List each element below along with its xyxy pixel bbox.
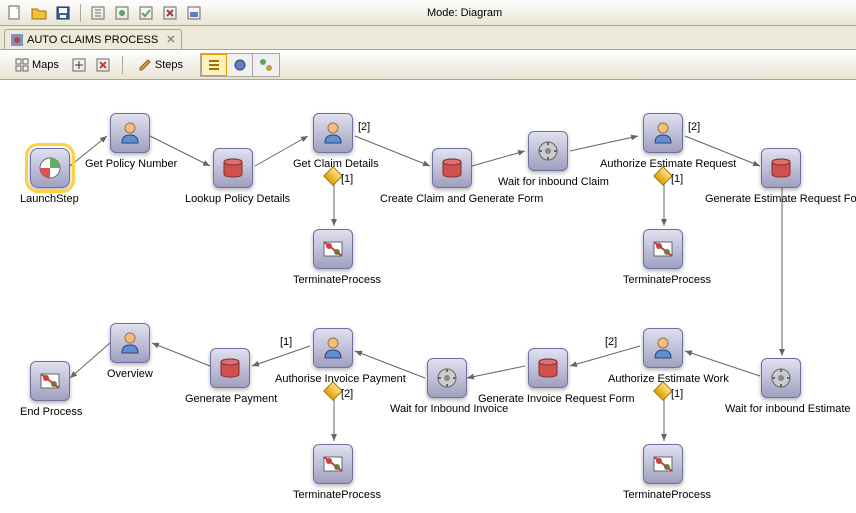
label-authorise-invoice: Authorise Invoice Payment xyxy=(275,373,406,385)
node-create-claim[interactable] xyxy=(432,148,472,188)
label-end-process: End Process xyxy=(20,406,82,418)
tab-title: AUTO CLAIMS PROCESS xyxy=(27,34,158,46)
label-lookup-policy: Lookup Policy Details xyxy=(185,193,290,205)
tab-bar: AUTO CLAIMS PROCESS ✕ xyxy=(0,26,856,50)
tool5-icon[interactable] xyxy=(183,2,205,24)
pencil-icon xyxy=(138,58,152,72)
node-terminate3[interactable] xyxy=(643,444,683,484)
label-wait-estimate: Wait for inbound Estimate xyxy=(725,403,851,415)
label-terminate1: TerminateProcess xyxy=(293,274,381,286)
branch-invoice-2: [2] xyxy=(341,388,353,400)
save-icon[interactable] xyxy=(52,2,74,24)
node-terminate2[interactable] xyxy=(643,229,683,269)
mode-label: Mode: Diagram xyxy=(427,7,502,19)
maps-button[interactable]: Maps xyxy=(8,54,66,76)
branch-estwork-2: [2] xyxy=(605,336,617,348)
node-lookup-policy[interactable] xyxy=(213,148,253,188)
main-toolbar: Mode: Diagram xyxy=(0,0,856,26)
close-icon[interactable]: ✕ xyxy=(166,33,175,46)
node-end-process[interactable] xyxy=(30,361,70,401)
tool4-icon[interactable] xyxy=(159,2,181,24)
delete-map-button[interactable] xyxy=(92,54,114,76)
label-generate-payment: Generate Payment xyxy=(185,393,277,405)
tool2-icon[interactable] xyxy=(111,2,133,24)
node-wait-invoice[interactable] xyxy=(427,358,467,398)
label-launchstep: LaunchStep xyxy=(20,193,79,205)
label-authorize-estimate-work: Authorize Estimate Work xyxy=(608,373,729,385)
label-terminate3: TerminateProcess xyxy=(623,489,711,501)
node-get-claim-details[interactable] xyxy=(313,113,353,153)
branch-claim-1: [1] xyxy=(341,173,353,185)
node-get-policy-number[interactable] xyxy=(110,113,150,153)
branch-invoice-1: [1] xyxy=(280,336,292,348)
node-generate-invoice-request[interactable] xyxy=(528,348,568,388)
view-mode-group xyxy=(200,53,280,77)
branch-estwork-1: [1] xyxy=(671,388,683,400)
view-flow-button[interactable] xyxy=(253,54,279,76)
label-overview: Overview xyxy=(107,368,153,380)
new-icon[interactable] xyxy=(4,2,26,24)
open-icon[interactable] xyxy=(28,2,50,24)
label-terminate4: TerminateProcess xyxy=(293,489,381,501)
label-generate-estimate-request: Generate Estimate Request Form xyxy=(705,193,856,205)
node-wait-estimate[interactable] xyxy=(761,358,801,398)
steps-button[interactable]: Steps xyxy=(131,54,190,76)
tool1-icon[interactable] xyxy=(87,2,109,24)
node-launchstep[interactable] xyxy=(30,148,70,188)
node-generate-estimate-request[interactable] xyxy=(761,148,801,188)
branch-estreq-1: [1] xyxy=(671,173,683,185)
node-authorise-invoice[interactable] xyxy=(313,328,353,368)
node-terminate4[interactable] xyxy=(313,444,353,484)
label-create-claim: Create Claim and Generate Form xyxy=(380,193,543,205)
tab-auto-claims[interactable]: AUTO CLAIMS PROCESS ✕ xyxy=(4,29,182,49)
label-terminate2: TerminateProcess xyxy=(623,274,711,286)
view-list-button[interactable] xyxy=(201,54,227,76)
node-authorize-estimate-work[interactable] xyxy=(643,328,683,368)
node-overview[interactable] xyxy=(110,323,150,363)
add-map-button[interactable] xyxy=(68,54,90,76)
label-wait-claim: Wait for inbound Claim xyxy=(498,176,609,188)
process-icon xyxy=(11,34,23,46)
node-authorize-estimate-request[interactable] xyxy=(643,113,683,153)
branch-estreq-2: [2] xyxy=(688,121,700,133)
node-terminate1[interactable] xyxy=(313,229,353,269)
view-node-button[interactable] xyxy=(227,54,253,76)
diagram-canvas[interactable]: LaunchStep Get Policy Number Lookup Poli… xyxy=(0,80,856,513)
grid-icon xyxy=(15,58,29,72)
label-authorize-estimate-request: Authorize Estimate Request xyxy=(600,158,736,170)
node-wait-claim[interactable] xyxy=(528,131,568,171)
label-get-policy-number: Get Policy Number xyxy=(85,158,177,170)
node-generate-payment[interactable] xyxy=(210,348,250,388)
diagram-toolbar: Maps Steps xyxy=(0,50,856,80)
tool3-icon[interactable] xyxy=(135,2,157,24)
branch-claim-2: [2] xyxy=(358,121,370,133)
label-wait-invoice: Wait for Inbound Invoice xyxy=(390,403,508,415)
